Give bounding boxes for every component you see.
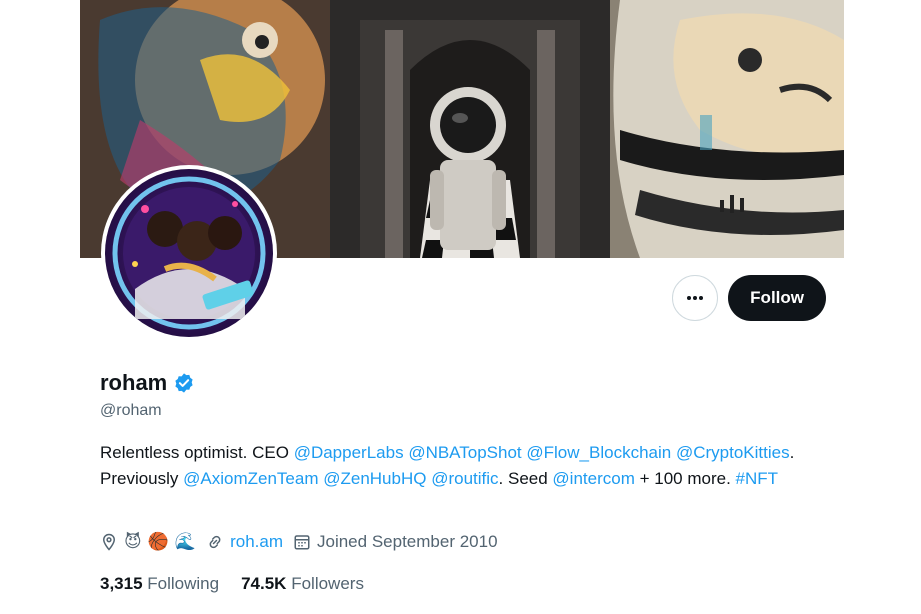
followers-label: Followers: [291, 574, 364, 593]
location-emoji: 🌊: [174, 532, 197, 551]
bio-mention-nbatopshot[interactable]: @NBATopShot: [408, 443, 521, 462]
profile-actions: Follow: [672, 275, 826, 321]
avatar-image: [105, 169, 273, 337]
following-label: Following: [147, 574, 220, 593]
following-stat[interactable]: 3,315 Following: [100, 574, 219, 594]
join-date-text: Joined September 2010: [317, 532, 498, 551]
bio-text: + 100 more.: [634, 469, 736, 488]
bio-mention-dapperlabs[interactable]: @DapperLabs: [294, 443, 404, 462]
location-emoji: 🏀: [147, 532, 169, 551]
following-count: 3,315: [100, 574, 143, 593]
bio-mention-axiomzenteam[interactable]: @AxiomZenTeam: [183, 469, 318, 488]
location-emoji: 😈: [124, 532, 142, 551]
location-pin-icon: [102, 533, 116, 551]
bio-mention-routific[interactable]: @routific: [431, 469, 498, 488]
bio-mention-zenhubhq[interactable]: @ZenHubHQ: [323, 469, 426, 488]
bio-mention-intercom[interactable]: @intercom: [552, 469, 634, 488]
profile-bio: Relentless optimist. CEO @DapperLabs @NB…: [100, 440, 800, 492]
bio-text: . Seed: [498, 469, 553, 488]
bio-text: Relentless optimist. CEO: [100, 443, 294, 462]
more-button[interactable]: [672, 275, 719, 321]
profile-frame: Follow roham @roham Relentless optimist.…: [80, 0, 844, 614]
calendar-icon: [294, 535, 310, 550]
user-handle: @roham: [100, 402, 162, 419]
follow-button[interactable]: Follow: [728, 275, 826, 321]
location: 😈 🏀 🌊: [100, 532, 196, 552]
bio-mention-flow-blockchain[interactable]: @Flow_Blockchain: [526, 443, 671, 462]
join-date: Joined September 2010: [293, 532, 498, 552]
website[interactable]: roh.am: [206, 532, 283, 552]
more-horizontal-icon: [687, 296, 704, 300]
website-link[interactable]: roh.am: [230, 532, 283, 552]
link-icon: [209, 535, 221, 549]
display-name-row: roham: [100, 370, 195, 396]
bio-mention-cryptokitties[interactable]: @CryptoKitties: [676, 443, 790, 462]
followers-stat[interactable]: 74.5K Followers: [241, 574, 364, 594]
display-name: roham: [100, 370, 168, 395]
avatar[interactable]: [101, 165, 277, 341]
followers-count: 74.5K: [241, 574, 287, 593]
profile-stats: 3,315 Following 74.5K Followers: [100, 574, 364, 594]
verified-badge-icon[interactable]: [173, 372, 195, 394]
bio-hashtag-nft[interactable]: #NFT: [736, 469, 779, 488]
profile-meta: 😈 🏀 🌊 roh.am Joined September 2010: [100, 532, 498, 552]
